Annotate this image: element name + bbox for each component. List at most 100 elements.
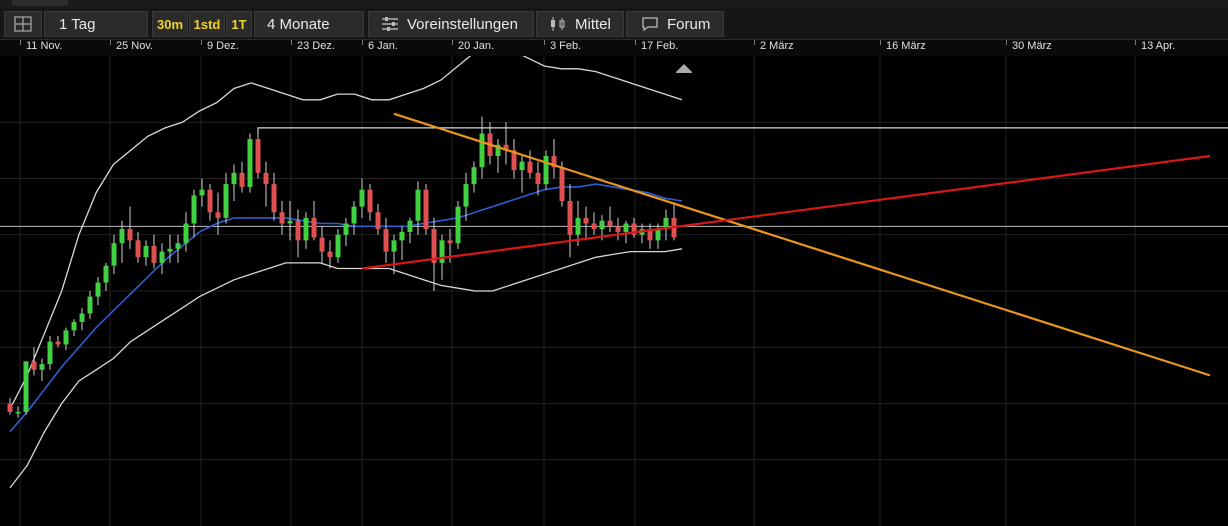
- candle-body: [623, 223, 629, 232]
- x-tickmark: [754, 40, 755, 45]
- candle-down: [551, 139, 557, 179]
- x-tickmark: [880, 40, 881, 45]
- candle-body: [559, 167, 565, 201]
- x-tickmark: [20, 40, 21, 45]
- candle-up: [167, 234, 173, 263]
- candles: [7, 116, 677, 418]
- candle-body: [351, 206, 357, 224]
- forum-button[interactable]: Forum: [626, 11, 724, 37]
- interval-30m-button[interactable]: 30m: [152, 11, 188, 37]
- candle-body: [247, 139, 253, 187]
- x-tick-label: 20 Jan.: [458, 40, 495, 52]
- candle-down: [319, 226, 325, 263]
- x-tick-label: 25 Nov.: [116, 40, 154, 52]
- interval-30m-label: 30m: [156, 16, 184, 32]
- chat-bubble-icon: [642, 17, 658, 32]
- candle-down: [255, 127, 261, 179]
- layout-button[interactable]: [4, 11, 42, 37]
- candle-up: [343, 217, 349, 246]
- range-select[interactable]: 4 Monate: [254, 11, 364, 37]
- candle-body: [271, 184, 277, 213]
- candle-up: [247, 133, 253, 193]
- candle-body: [303, 217, 309, 241]
- candle-body: [279, 212, 285, 224]
- candle-body: [63, 330, 69, 345]
- candle-up: [103, 262, 109, 291]
- presets-label: Voreinstellungen: [407, 15, 518, 33]
- candle-body: [591, 223, 597, 230]
- candle-up: [399, 226, 405, 261]
- candle-down: [535, 161, 541, 196]
- x-tickmark: [452, 40, 453, 45]
- x-tickmark: [110, 40, 111, 45]
- candle-up: [407, 217, 413, 244]
- candle-down: [503, 122, 509, 165]
- interval-select[interactable]: 1 Tag: [44, 11, 148, 37]
- candle-body: [167, 248, 173, 252]
- candle-body: [519, 161, 525, 171]
- candle-body: [287, 220, 293, 224]
- interval-1t-button[interactable]: 1T: [226, 11, 252, 37]
- price-chart[interactable]: [0, 56, 1228, 526]
- window-top-strip: [0, 0, 1228, 8]
- candle-body: [607, 220, 613, 227]
- candle-up: [47, 336, 53, 370]
- x-tick-label: 9 Dez.: [207, 40, 239, 52]
- candle-body: [343, 223, 349, 235]
- candle-down: [583, 206, 589, 241]
- candle-body: [319, 237, 325, 252]
- candle-up: [479, 116, 485, 179]
- x-tick-label: 23 Dez.: [297, 40, 335, 52]
- candle-body: [47, 341, 53, 365]
- candle-down: [671, 203, 677, 241]
- interval-1std-label: 1std: [193, 16, 221, 32]
- candle-up: [39, 358, 45, 381]
- candle-body: [391, 240, 397, 252]
- candle-down: [151, 234, 157, 269]
- grid-layout-icon: [14, 16, 32, 32]
- candle-body: [183, 223, 189, 244]
- window-tab[interactable]: [12, 0, 68, 6]
- candle-up: [495, 139, 501, 173]
- candle-down: [327, 240, 333, 269]
- candle-body: [455, 206, 461, 244]
- candle-body: [119, 229, 125, 244]
- candle-up: [95, 276, 101, 306]
- candle-body: [159, 251, 165, 263]
- candle-down: [55, 336, 61, 348]
- presets-button[interactable]: Voreinstellungen: [368, 11, 534, 37]
- interval-1t-label: 1T: [231, 16, 247, 32]
- interval-1std-button[interactable]: 1std: [189, 11, 225, 37]
- candle-body: [407, 220, 413, 232]
- candle-up: [87, 291, 93, 320]
- candle-body: [399, 231, 405, 241]
- candle-body: [231, 172, 237, 185]
- candle-up: [23, 361, 29, 415]
- candle-down: [239, 161, 245, 193]
- candle-down: [383, 217, 389, 263]
- candle-body: [215, 212, 221, 218]
- candle-up: [79, 307, 85, 331]
- candle-body: [175, 243, 181, 249]
- candle-up: [351, 201, 357, 235]
- candle-down: [279, 201, 285, 235]
- candle-up: [335, 229, 341, 263]
- candle-down: [271, 172, 277, 221]
- candle-down: [631, 217, 637, 238]
- candle-body: [39, 364, 45, 370]
- candle-down: [367, 184, 373, 221]
- candle-body: [327, 251, 333, 258]
- candle-body: [543, 156, 549, 185]
- candle-up: [175, 234, 181, 263]
- candle-down: [431, 217, 437, 291]
- scroll-marker: [676, 64, 692, 73]
- average-button[interactable]: Mittel: [536, 11, 624, 37]
- x-tickmark: [362, 40, 363, 45]
- candle-up: [143, 240, 149, 266]
- candle-body: [223, 184, 229, 218]
- candle-body: [567, 201, 573, 235]
- candle-down: [135, 231, 141, 263]
- candle-up: [119, 220, 125, 263]
- candle-body: [311, 217, 317, 238]
- candle-body: [31, 361, 37, 370]
